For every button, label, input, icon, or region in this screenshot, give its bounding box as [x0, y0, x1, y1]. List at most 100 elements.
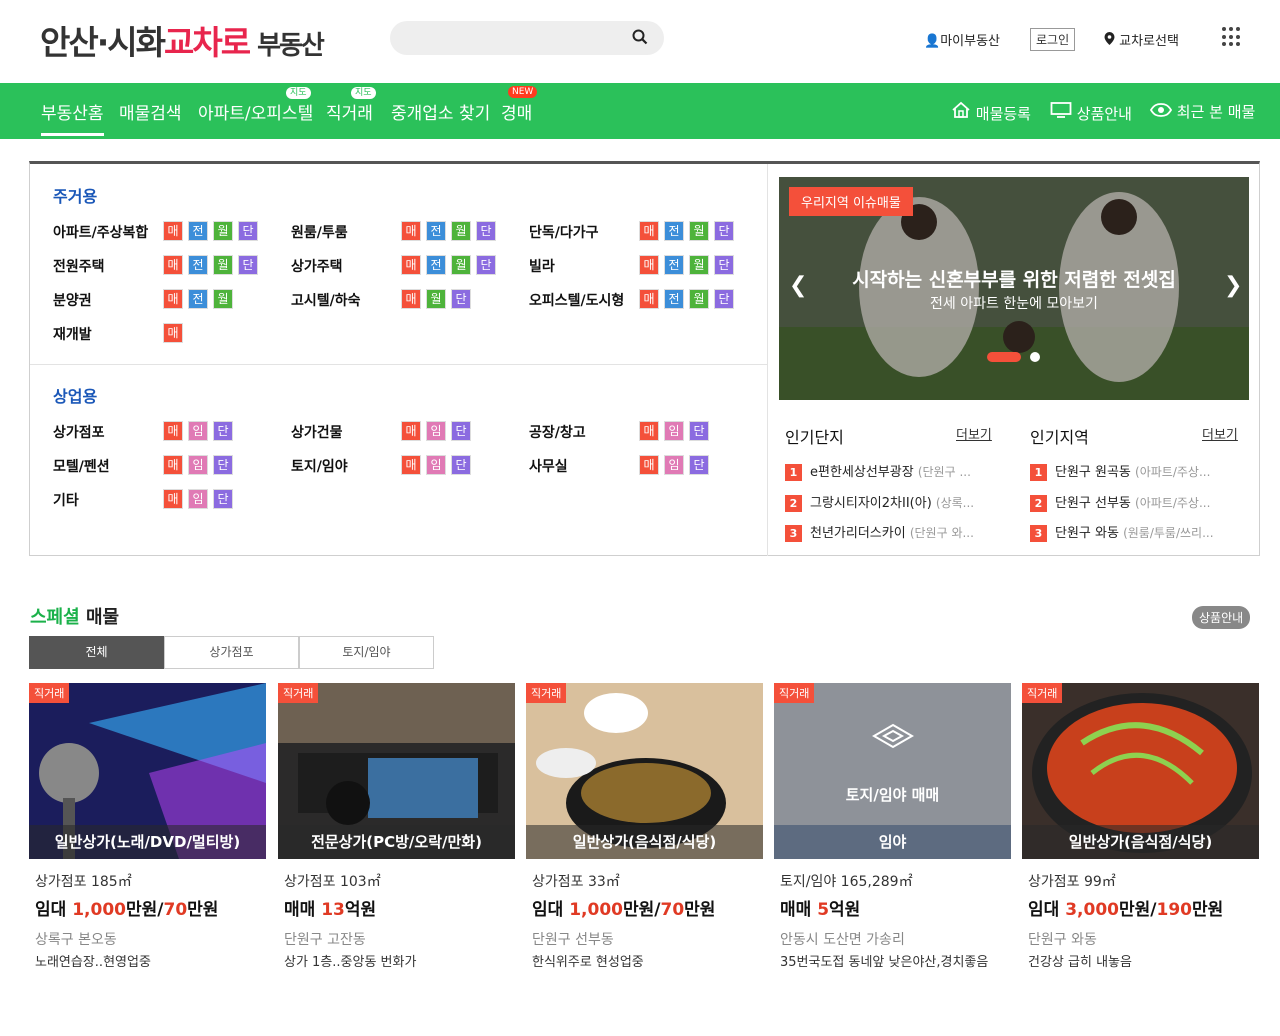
tag-lease[interactable]: 임: [664, 421, 684, 441]
tag-sale[interactable]: 매: [639, 421, 659, 441]
category-building[interactable]: 상가건물: [291, 422, 343, 442]
tag-sale[interactable]: 매: [639, 255, 659, 275]
tag-monthly[interactable]: 월: [213, 289, 233, 309]
tag-jeonse[interactable]: 전: [426, 221, 446, 241]
listing-image[interactable]: 직거래 일반상가(음식점/식당): [526, 683, 763, 859]
tag-lease[interactable]: 임: [664, 455, 684, 475]
tag-sale[interactable]: 매: [163, 489, 183, 509]
listing-card[interactable]: 직거래 전문상가(PC방/오락/만화) 상가점포 103㎡ 매매 13억원 단원…: [278, 683, 515, 970]
category-presale[interactable]: 분양권: [53, 290, 92, 310]
carousel-dot[interactable]: [1030, 352, 1040, 362]
product-guide-button[interactable]: 상품안내: [1192, 606, 1251, 629]
tag-short[interactable]: 단: [689, 455, 709, 475]
tag-sale[interactable]: 매: [163, 323, 183, 343]
tag-jeonse[interactable]: 전: [664, 255, 684, 275]
ranking-item[interactable]: 2 그랑시티자이2차II(아) (상록...: [785, 492, 995, 512]
tag-monthly[interactable]: 월: [451, 255, 471, 275]
tag-short[interactable]: 단: [451, 455, 471, 475]
category-store[interactable]: 상가점포: [53, 422, 105, 442]
tag-jeonse[interactable]: 전: [188, 289, 208, 309]
tag-short[interactable]: 단: [714, 289, 734, 309]
category-office[interactable]: 사무실: [529, 456, 568, 476]
tag-sale[interactable]: 매: [401, 421, 421, 441]
tag-short[interactable]: 단: [451, 421, 471, 441]
category-goshitel[interactable]: 고시텔/하숙: [291, 290, 361, 310]
tag-short[interactable]: 단: [714, 255, 734, 275]
ranking-item[interactable]: 2 단원구 선부동 (아파트/주상...: [1030, 492, 1240, 512]
tag-monthly[interactable]: 월: [689, 289, 709, 309]
tag-monthly[interactable]: 월: [689, 255, 709, 275]
tag-jeonse[interactable]: 전: [188, 221, 208, 241]
category-shop-house[interactable]: 상가주택: [291, 256, 343, 276]
tag-sale[interactable]: 매: [163, 421, 183, 441]
tag-short[interactable]: 단: [476, 255, 496, 275]
listing-image[interactable]: 직거래 일반상가(음식점/식당): [1022, 683, 1259, 859]
tag-lease[interactable]: 임: [426, 421, 446, 441]
tag-monthly[interactable]: 월: [451, 221, 471, 241]
category-apartment[interactable]: 아파트/주상복합: [53, 222, 148, 242]
tag-short[interactable]: 단: [213, 455, 233, 475]
tag-jeonse[interactable]: 전: [664, 221, 684, 241]
category-land[interactable]: 토지/임야: [291, 456, 348, 476]
tag-sale[interactable]: 매: [401, 289, 421, 309]
tag-sale[interactable]: 매: [163, 455, 183, 475]
nav-item-home[interactable]: 부동산홈: [41, 99, 104, 136]
tag-sale[interactable]: 매: [639, 221, 659, 241]
tag-sale[interactable]: 매: [163, 255, 183, 275]
tag-monthly[interactable]: 월: [426, 289, 446, 309]
category-country-house[interactable]: 전원주택: [53, 256, 105, 276]
tag-sale[interactable]: 매: [163, 289, 183, 309]
tag-short[interactable]: 단: [476, 221, 496, 241]
login-button[interactable]: 로그인: [1030, 28, 1076, 51]
listing-card[interactable]: 직거래 일반상가(음식점/식당) 상가점포 33㎡ 임대 1,000만원/70만…: [526, 683, 763, 970]
tag-monthly[interactable]: 월: [213, 255, 233, 275]
recent-listings-link[interactable]: 최근 본 매물: [1149, 101, 1255, 122]
tab-all[interactable]: 전체: [29, 636, 164, 669]
my-realestate-link[interactable]: 👤마이부동산: [924, 30, 1000, 49]
nav-item-apartment[interactable]: 아파트/오피스텔: [198, 99, 313, 124]
search-icon[interactable]: [632, 29, 648, 49]
register-listing-link[interactable]: 매물등록: [951, 101, 1031, 124]
search-input[interactable]: [390, 21, 664, 55]
listing-image[interactable]: 직거래 전문상가(PC방/오락/만화): [278, 683, 515, 859]
ranking-item[interactable]: 1 단원구 원곡동 (아파트/주상...: [1030, 461, 1240, 481]
category-etc[interactable]: 기타: [53, 490, 79, 510]
tag-lease[interactable]: 임: [188, 421, 208, 441]
tag-jeonse[interactable]: 전: [426, 255, 446, 275]
tag-monthly[interactable]: 월: [689, 221, 709, 241]
category-officetel[interactable]: 오피스텔/도시형: [529, 290, 624, 310]
tag-lease[interactable]: 임: [188, 455, 208, 475]
site-logo[interactable]: 안산·시화교차로 부동산: [40, 16, 325, 64]
tag-sale[interactable]: 매: [639, 455, 659, 475]
tag-short[interactable]: 단: [714, 221, 734, 241]
product-guide-link[interactable]: 상품안내: [1050, 101, 1132, 124]
popular-region-more-link[interactable]: 더보기: [1202, 424, 1238, 443]
tag-sale[interactable]: 매: [163, 221, 183, 241]
nav-item-auction[interactable]: 경매: [501, 99, 532, 124]
tab-store[interactable]: 상가점포: [164, 636, 299, 669]
tag-short[interactable]: 단: [213, 489, 233, 509]
category-detached[interactable]: 단독/다가구: [529, 222, 599, 242]
category-factory[interactable]: 공장/창고: [529, 422, 586, 442]
all-menu-grid-icon[interactable]: [1222, 27, 1242, 47]
ranking-item[interactable]: 3 단원구 와동 (원룸/투룸/쓰리...: [1030, 522, 1240, 542]
tag-sale[interactable]: 매: [639, 289, 659, 309]
listing-card[interactable]: 직거래 일반상가(노래/DVD/멀티방) 상가점포 185㎡ 임대 1,000만…: [29, 683, 266, 970]
tag-short[interactable]: 단: [213, 421, 233, 441]
tag-sale[interactable]: 매: [401, 221, 421, 241]
tab-land[interactable]: 토지/임야: [299, 636, 434, 669]
ranking-item[interactable]: 1 e편한세상선부광장 (단원구 ...: [785, 461, 995, 481]
nav-item-agency-search[interactable]: 중개업소 찾기: [391, 99, 490, 124]
category-redevelopment[interactable]: 재개발: [53, 324, 92, 344]
tag-jeonse[interactable]: 전: [188, 255, 208, 275]
tag-short[interactable]: 단: [238, 255, 258, 275]
tag-short[interactable]: 단: [238, 221, 258, 241]
tag-monthly[interactable]: 월: [213, 221, 233, 241]
listing-image[interactable]: 토지/임야 매매 직거래 임야: [774, 683, 1011, 859]
ranking-item[interactable]: 3 천년가리더스카이 (단원구 와...: [785, 522, 995, 542]
listing-card[interactable]: 직거래 일반상가(음식점/식당) 상가점포 99㎡ 임대 3,000만원/190…: [1022, 683, 1259, 970]
tag-jeonse[interactable]: 전: [664, 289, 684, 309]
nav-item-direct-deal[interactable]: 직거래: [326, 99, 373, 124]
carousel-dot-active[interactable]: [987, 352, 1021, 362]
tag-lease[interactable]: 임: [426, 455, 446, 475]
